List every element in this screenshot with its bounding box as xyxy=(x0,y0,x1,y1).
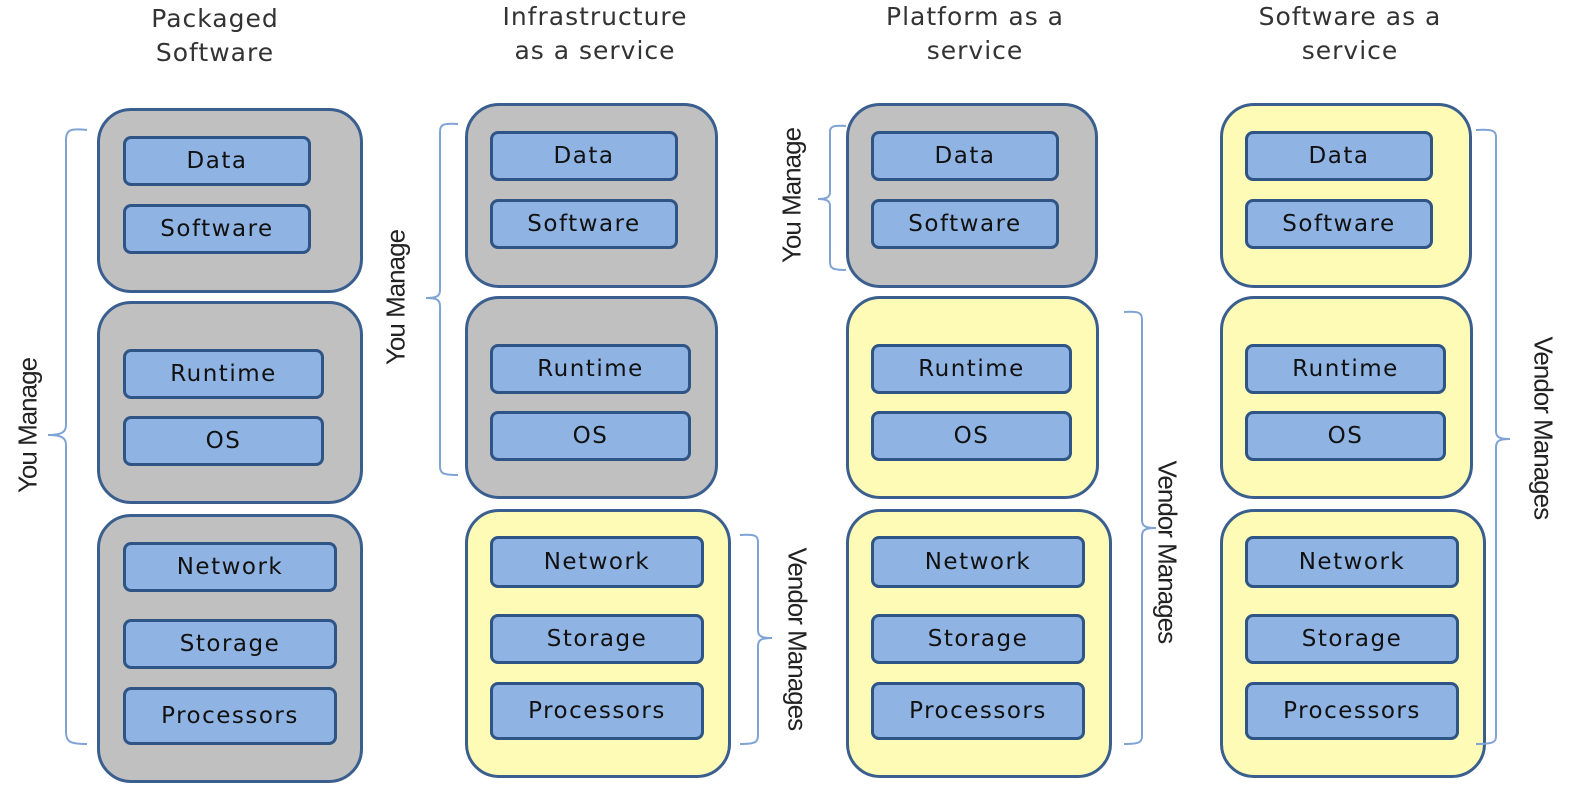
layer-network: Network xyxy=(490,536,704,588)
layer-processors: Processors xyxy=(871,682,1085,740)
layer-runtime: Runtime xyxy=(123,349,324,399)
layer-network: Network xyxy=(123,542,337,592)
column-title-iaas: Infrastructure as a service xyxy=(502,2,688,65)
layer-processors: Processors xyxy=(123,687,337,745)
layer-storage: Storage xyxy=(871,614,1085,664)
layer-os: OS xyxy=(123,416,324,466)
you-manage-bracket xyxy=(817,124,847,271)
column-title-packaged-software: Packaged Software xyxy=(151,4,279,67)
vendor-manages-label: Vendor Manages xyxy=(782,547,813,731)
you-manage-label: You Manage xyxy=(12,357,43,494)
layer-runtime: Runtime xyxy=(490,344,691,394)
layer-network: Network xyxy=(1245,536,1459,588)
layer-data: Data xyxy=(123,136,311,186)
vendor-manages-label: Vendor Manages xyxy=(1528,336,1559,520)
vendor-manages-bracket xyxy=(739,533,773,745)
you-manage-label: You Manage xyxy=(380,229,411,366)
layer-os: OS xyxy=(1245,411,1446,461)
layer-software: Software xyxy=(123,204,311,254)
layer-software: Software xyxy=(871,199,1059,249)
group-platform-layer xyxy=(97,301,363,504)
vendor-manages-bracket xyxy=(1475,128,1511,745)
column-title-paas: Platform as a service xyxy=(886,2,1064,65)
layer-os: OS xyxy=(490,411,691,461)
you-manage-bracket xyxy=(425,122,459,476)
layer-runtime: Runtime xyxy=(1245,344,1446,394)
layer-storage: Storage xyxy=(1245,614,1459,664)
layer-data: Data xyxy=(871,131,1059,181)
layer-network: Network xyxy=(871,536,1085,588)
layer-runtime: Runtime xyxy=(871,344,1072,394)
column-title-saas: Software as a service xyxy=(1258,2,1442,65)
group-platform-layer xyxy=(465,296,718,499)
layer-data: Data xyxy=(490,131,678,181)
you-manage-bracket xyxy=(47,128,88,745)
group-platform-layer xyxy=(846,296,1099,499)
you-manage-label: You Manage xyxy=(776,127,807,264)
layer-data: Data xyxy=(1245,131,1433,181)
layer-software: Software xyxy=(490,199,678,249)
layer-storage: Storage xyxy=(123,619,337,669)
layer-storage: Storage xyxy=(490,614,704,664)
vendor-manages-label: Vendor Manages xyxy=(1152,460,1183,644)
group-platform-layer xyxy=(1220,296,1473,499)
layer-software: Software xyxy=(1245,199,1433,249)
layer-processors: Processors xyxy=(1245,682,1459,740)
layer-processors: Processors xyxy=(490,682,704,740)
layer-os: OS xyxy=(871,411,1072,461)
